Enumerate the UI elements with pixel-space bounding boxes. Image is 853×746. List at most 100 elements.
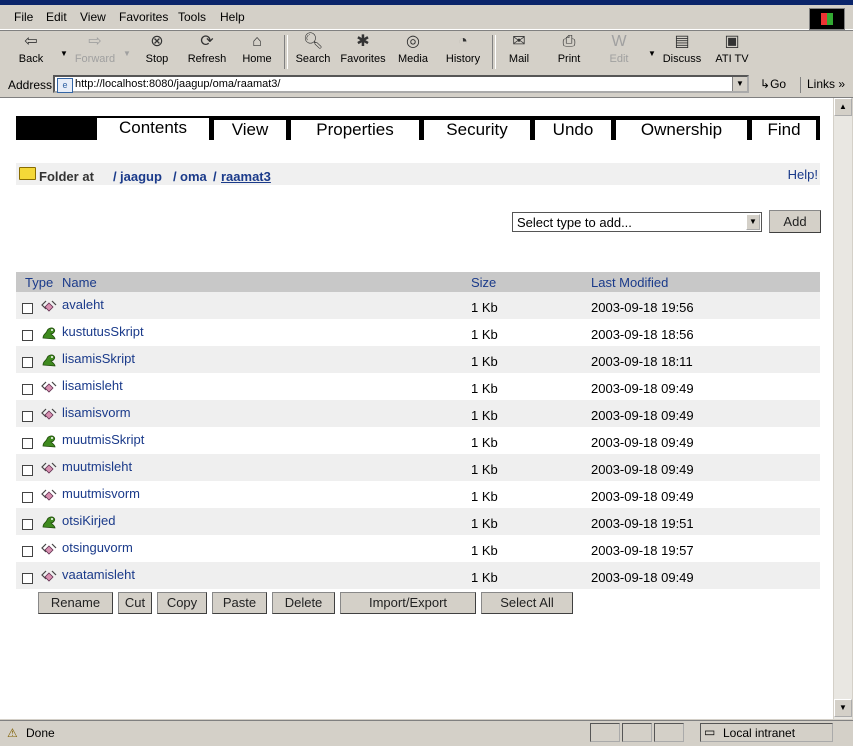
row-checkbox[interactable] [22, 357, 33, 368]
item-size: 1 Kb [471, 300, 498, 315]
row-checkbox[interactable] [22, 330, 33, 341]
item-name-link[interactable]: muutmisleht [62, 459, 132, 474]
row-checkbox[interactable] [22, 519, 33, 530]
row-checkbox[interactable] [22, 465, 33, 476]
discuss-button[interactable]: ▤ Discuss [660, 33, 704, 65]
paste-button[interactable]: Paste [212, 592, 267, 614]
forward-arrow-icon: ⇨ [88, 33, 102, 50]
breadcrumb-jaagup[interactable]: jaagup [120, 169, 162, 184]
item-modified: 2003-09-18 09:49 [591, 462, 694, 477]
row-checkbox[interactable] [22, 573, 33, 584]
vertical-scrollbar[interactable]: ▲ ▼ [833, 98, 852, 719]
status-panel [622, 723, 652, 742]
edit-button[interactable]: W Edit [604, 33, 634, 65]
address-input[interactable]: e http://localhost:8080/jaagup/oma/raama… [53, 75, 749, 93]
refresh-button[interactable]: ⟳ Refresh [186, 33, 228, 65]
search-icon: 🔍︎ [303, 33, 324, 50]
tab-security[interactable]: Security [423, 119, 531, 140]
add-button[interactable]: Add [769, 210, 821, 233]
ati-tv-button[interactable]: ▣ ATI TV [712, 33, 752, 65]
item-name-link[interactable]: muutmisSkript [62, 432, 144, 447]
copy-button[interactable]: Copy [157, 592, 207, 614]
media-button[interactable]: ◎ Media [395, 33, 431, 65]
search-button[interactable]: 🔍︎ Search [293, 33, 333, 65]
tab-undo[interactable]: Undo [534, 119, 612, 140]
item-name-link[interactable]: otsinguvorm [62, 540, 133, 555]
col-type[interactable]: Type [25, 275, 53, 290]
print-button[interactable]: ⎙ Print [554, 33, 584, 65]
item-name-link[interactable]: lisamisSkript [62, 351, 135, 366]
stop-button[interactable]: ⊗ Stop [142, 33, 172, 65]
row-checkbox[interactable] [22, 411, 33, 422]
go-button[interactable]: ↳Go [760, 77, 786, 91]
home-button[interactable]: ⌂ Home [240, 33, 274, 65]
col-modified[interactable]: Last Modified [591, 275, 668, 290]
tab-properties[interactable]: Properties [290, 119, 420, 140]
tab-find[interactable]: Find [751, 119, 817, 140]
edit-icon: W [611, 33, 627, 50]
row-checkbox[interactable] [22, 303, 33, 314]
address-dropdown-icon[interactable]: ▼ [732, 77, 747, 91]
mail-button[interactable]: ✉ Mail [504, 33, 534, 65]
breadcrumb-raamat3[interactable]: raamat3 [221, 169, 271, 184]
menu-view[interactable]: View [80, 10, 106, 24]
links-button[interactable]: Links » [800, 77, 845, 93]
back-button[interactable]: ⇦ Back [14, 33, 48, 65]
row-checkbox[interactable] [22, 546, 33, 557]
row-checkbox[interactable] [22, 438, 33, 449]
add-type-select[interactable]: Select type to add... ▼ [512, 212, 762, 232]
table-row: avaleht 1 Kb 2003-09-18 19:56 [16, 292, 820, 319]
page-icon [41, 568, 57, 584]
delete-button[interactable]: Delete [272, 592, 335, 614]
menu-favorites[interactable]: Favorites [119, 10, 168, 24]
page-icon [41, 460, 57, 476]
chevron-down-icon[interactable]: ▼ [746, 214, 760, 230]
item-name-link[interactable]: lisamisleht [62, 378, 123, 393]
import-export-button[interactable]: Import/Export [340, 592, 476, 614]
row-checkbox[interactable] [22, 492, 33, 503]
menu-help[interactable]: Help [220, 10, 245, 24]
page-icon [41, 406, 57, 422]
select-all-button[interactable]: Select All [481, 592, 573, 614]
tab-contents[interactable]: Contents [96, 117, 210, 140]
menu-file[interactable]: File [14, 10, 33, 24]
chevron-right-icon: » [838, 77, 846, 91]
item-modified: 2003-09-18 09:49 [591, 408, 694, 423]
table-row: muutmisSkript 1 Kb 2003-09-18 09:49 [16, 427, 820, 454]
menu-edit[interactable]: Edit [46, 10, 67, 24]
tab-view[interactable]: View [213, 119, 287, 140]
item-size: 1 Kb [471, 381, 498, 396]
col-size[interactable]: Size [471, 275, 496, 290]
row-checkbox[interactable] [22, 384, 33, 395]
item-name-link[interactable]: lisamisvorm [62, 405, 131, 420]
cut-button[interactable]: Cut [118, 592, 152, 614]
tv-icon: ▣ [724, 33, 740, 50]
forward-button[interactable]: ⇨ Forward [72, 33, 118, 65]
history-button[interactable]: ◔ History [442, 33, 484, 65]
col-name[interactable]: Name [62, 275, 97, 290]
add-type-value: Select type to add... [517, 215, 632, 230]
back-arrow-icon: ⇦ [24, 33, 38, 50]
forward-dropdown-icon[interactable]: ▼ [123, 49, 131, 58]
warning-icon: ⚠ [7, 726, 18, 740]
item-name-link[interactable]: muutmisvorm [62, 486, 140, 501]
scroll-down-icon[interactable]: ▼ [834, 699, 852, 717]
breadcrumb-oma[interactable]: oma [180, 169, 207, 184]
item-size: 1 Kb [471, 462, 498, 477]
menu-tools[interactable]: Tools [178, 10, 206, 24]
scroll-up-icon[interactable]: ▲ [834, 98, 852, 116]
tab-ownership[interactable]: Ownership [615, 119, 748, 140]
back-dropdown-icon[interactable]: ▼ [60, 49, 68, 58]
rename-button[interactable]: Rename [38, 592, 113, 614]
item-modified: 2003-09-18 19:57 [591, 543, 694, 558]
item-name-link[interactable]: otsiKirjed [62, 513, 115, 528]
folder-label: Folder at [39, 169, 94, 184]
address-url[interactable]: http://localhost:8080/jaagup/oma/raamat3… [75, 78, 280, 90]
help-link[interactable]: Help! [788, 167, 818, 182]
favorites-button[interactable]: ✱ Favorites [339, 33, 387, 65]
edit-dropdown-icon[interactable]: ▼ [648, 49, 656, 58]
item-name-link[interactable]: kustutusSkript [62, 324, 144, 339]
item-name-link[interactable]: avaleht [62, 297, 104, 312]
item-modified: 2003-09-18 09:49 [591, 435, 694, 450]
item-name-link[interactable]: vaatamisleht [62, 567, 135, 582]
